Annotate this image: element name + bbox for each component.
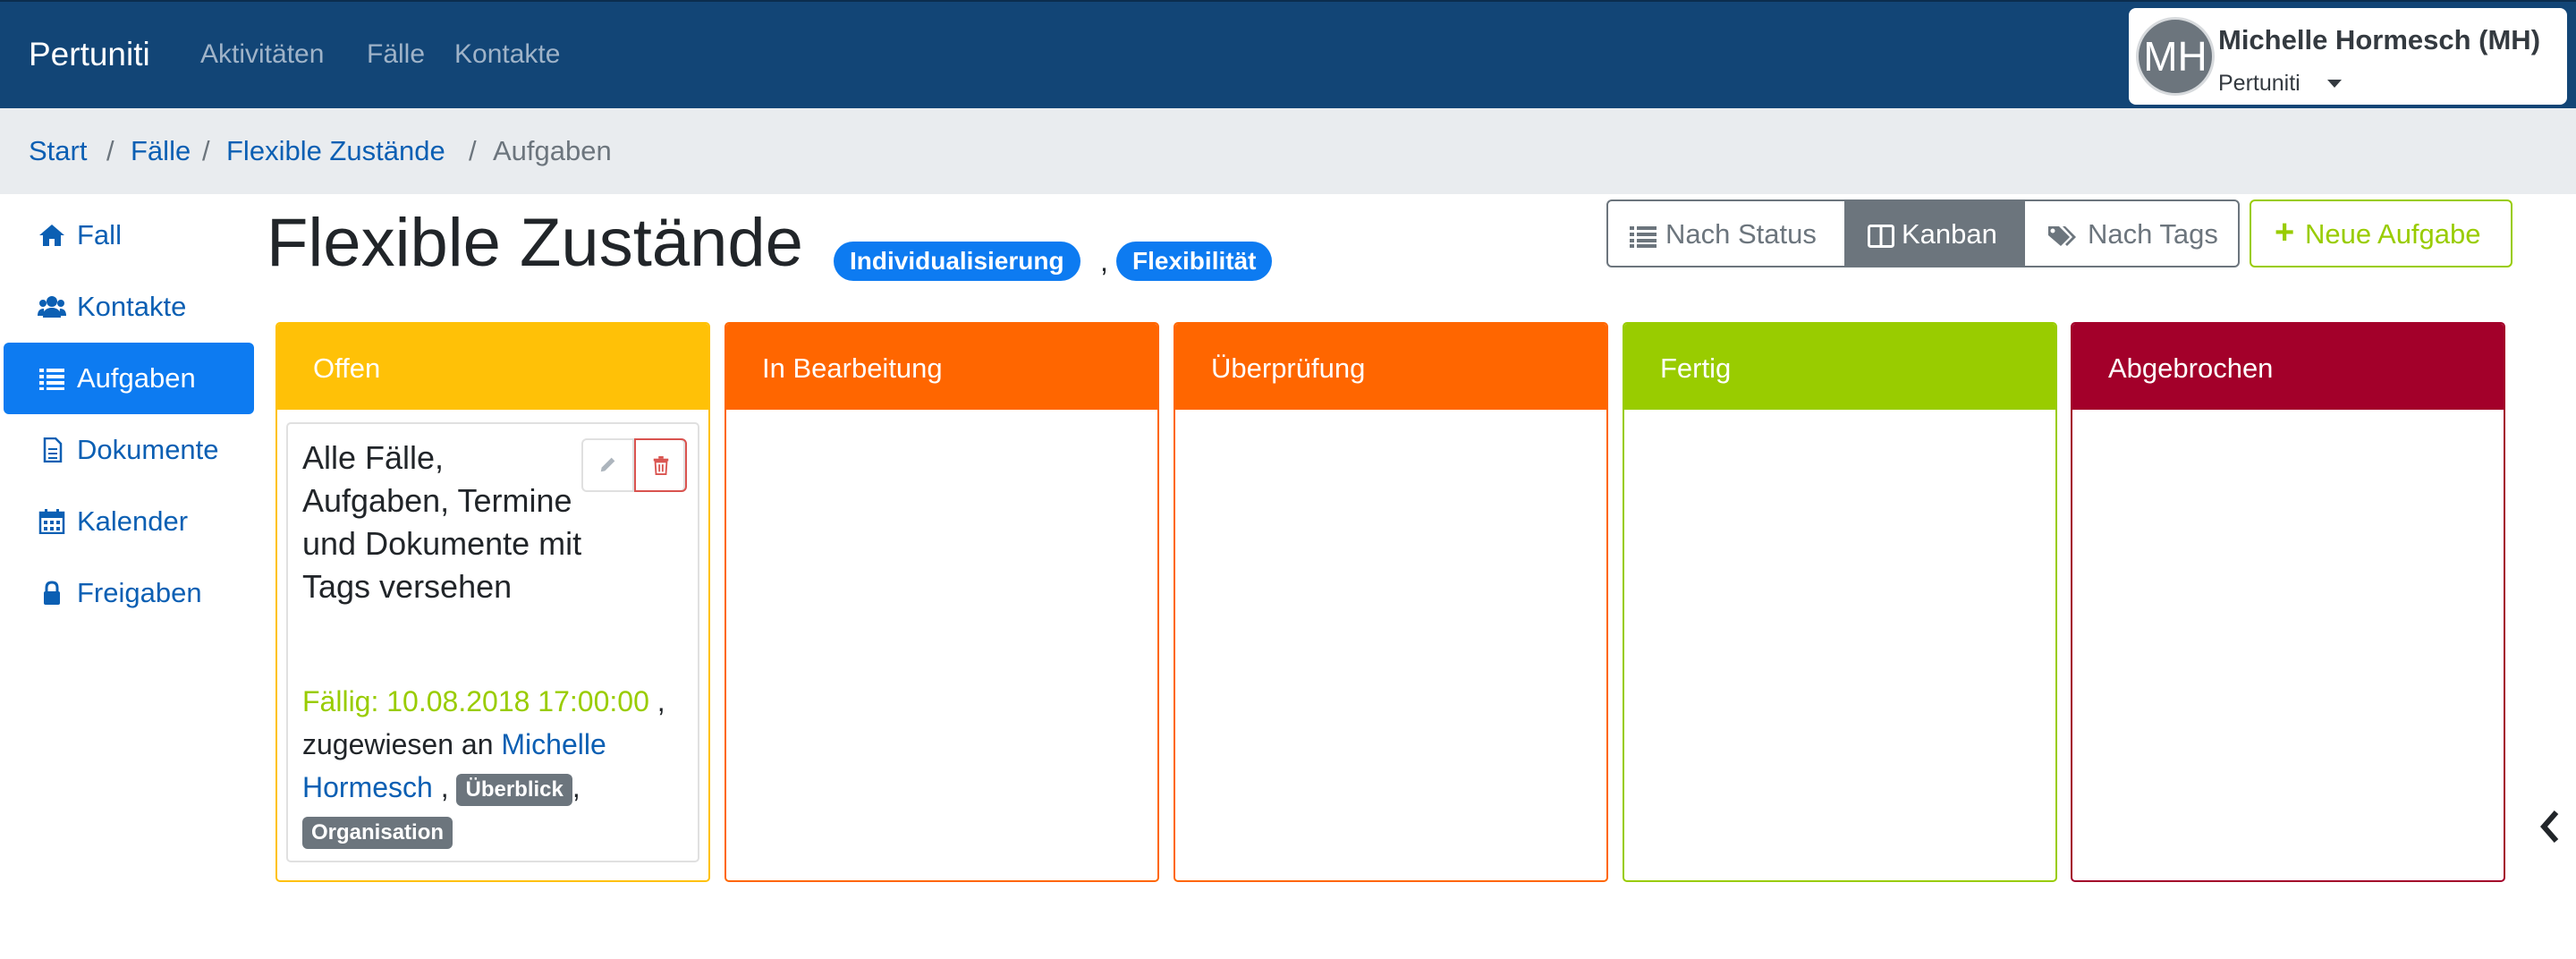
list-icon [1630,226,1657,248]
chevron-left-icon[interactable] [2537,809,2563,844]
user-organization: Pertuniti [2218,71,2301,96]
sidebar-item-dokumente[interactable]: Dokumente [4,414,254,486]
columns-icon [1868,225,1894,248]
view-by-status-button[interactable]: Nach Status [1606,199,1846,267]
view-kanban-label: Kanban [1902,218,1997,250]
chevron-down-icon[interactable] [2327,80,2342,88]
kanban-column-header: Abgebrochen [2072,324,2504,410]
tag-separator: , [1100,245,1108,277]
sidebar-item-kalender[interactable]: Kalender [4,486,254,557]
kanban-column-ueberpruefung: Überprüfung [1174,322,1608,882]
user-name: Michelle Hormesch (MH) [2218,24,2541,55]
task-tag-badge[interactable]: Organisation [302,816,453,849]
kanban-column-header: Offen [277,324,708,410]
lock-icon [44,581,60,605]
kanban-column-in-bearbeitung: In Bearbeitung [724,322,1159,882]
nav-link-kontakte[interactable]: Kontakte [454,39,560,70]
breadcrumb-faelle[interactable]: Fälle [131,135,191,167]
task-due-date: Fällig: 10.08.2018 17:00:00 [302,685,649,717]
task-card[interactable]: Alle Fälle, Aufgaben, Termine und Dokume… [286,422,699,862]
kanban-column-header: Überprüfung [1175,324,1606,410]
task-tag-badge[interactable]: Überblick [456,773,572,806]
kanban-column-fertig: Fertig [1623,322,2057,882]
view-by-status-label: Nach Status [1665,218,1817,250]
sidebar-item-freigaben[interactable]: Freigaben [4,557,254,629]
calendar-icon [38,509,65,534]
breadcrumb-case[interactable]: Flexible Zustände [226,135,445,167]
avatar: MH [2136,17,2215,96]
kanban-column-offen: Offen Alle Fälle, Aufgaben, Termine und … [275,322,710,882]
file-icon [43,437,63,463]
kanban-column-title: Fertig [1660,352,1732,384]
case-tag-flexibilitaet[interactable]: Flexibilität [1116,242,1273,281]
top-navbar: Pertuniti Aktivitäten Fälle Kontakte MH … [0,0,2576,108]
kanban-column-header: Fertig [1624,324,2055,410]
delete-task-button[interactable] [634,438,687,492]
list-icon [39,369,64,390]
sidebar-item-label: Kontakte [77,291,187,322]
edit-task-button[interactable] [583,440,634,490]
kanban-column-title: Offen [313,352,381,384]
nav-link-faelle[interactable]: Fälle [367,39,425,70]
assigned-label: zugewiesen an [302,728,494,760]
kanban-column-title: Überprüfung [1211,352,1366,384]
new-task-button[interactable]: + Neue Aufgabe [2250,199,2512,267]
kanban-column-title: Abgebrochen [2108,352,2274,384]
view-by-tags-label: Nach Tags [2088,218,2218,250]
task-actions [581,438,687,492]
page-title: Flexible Zustände [267,205,803,281]
tags-icon [2048,226,2076,246]
sidebar-item-label: Freigaben [77,577,202,608]
task-meta: Fällig: 10.08.2018 17:00:00 , zugewiesen… [302,680,687,852]
kanban-column-abgebrochen: Abgebrochen [2071,322,2505,882]
case-tag-individualisierung[interactable]: Individualisierung [834,242,1080,281]
new-task-label: Neue Aufgabe [2305,218,2481,250]
breadcrumb-separator: / [202,135,210,166]
trash-icon [653,455,669,475]
plus-icon: + [2275,214,2295,251]
sidebar-item-label: Dokumente [77,434,219,465]
nav-link-aktivitaeten[interactable]: Aktivitäten [200,39,324,70]
brand-logo[interactable]: Pertuniti [29,36,150,73]
meta-separator: , [572,771,580,803]
meta-separator: , [440,771,449,803]
meta-separator: , [657,685,665,717]
breadcrumb-separator: / [469,135,477,166]
breadcrumb: Start / Fälle / Flexible Zustände / Aufg… [0,108,2576,194]
sidebar-item-label: Aufgaben [77,362,196,394]
sidebar-item-fall[interactable]: Fall [4,199,254,271]
pencil-icon [600,457,615,472]
task-title[interactable]: Alle Fälle, Aufgaben, Termine und Dokume… [302,437,589,608]
view-kanban-button[interactable]: Kanban [1844,199,2025,267]
breadcrumb-current: Aufgaben [493,135,612,166]
sidebar-item-aufgaben[interactable]: Aufgaben [4,343,254,414]
user-menu[interactable]: MH Michelle Hormesch (MH) Pertuniti [2129,8,2567,105]
breadcrumb-separator: / [106,135,114,166]
breadcrumb-start[interactable]: Start [29,135,87,167]
sidebar-item-label: Kalender [77,505,189,537]
users-icon [38,296,66,318]
kanban-column-title: In Bearbeitung [762,352,943,384]
sidebar-item-kontakte[interactable]: Kontakte [4,271,254,343]
home-icon [39,225,64,246]
view-by-tags-button[interactable]: Nach Tags [2023,199,2240,267]
sidebar-item-label: Fall [77,219,122,250]
kanban-column-header: In Bearbeitung [726,324,1157,410]
